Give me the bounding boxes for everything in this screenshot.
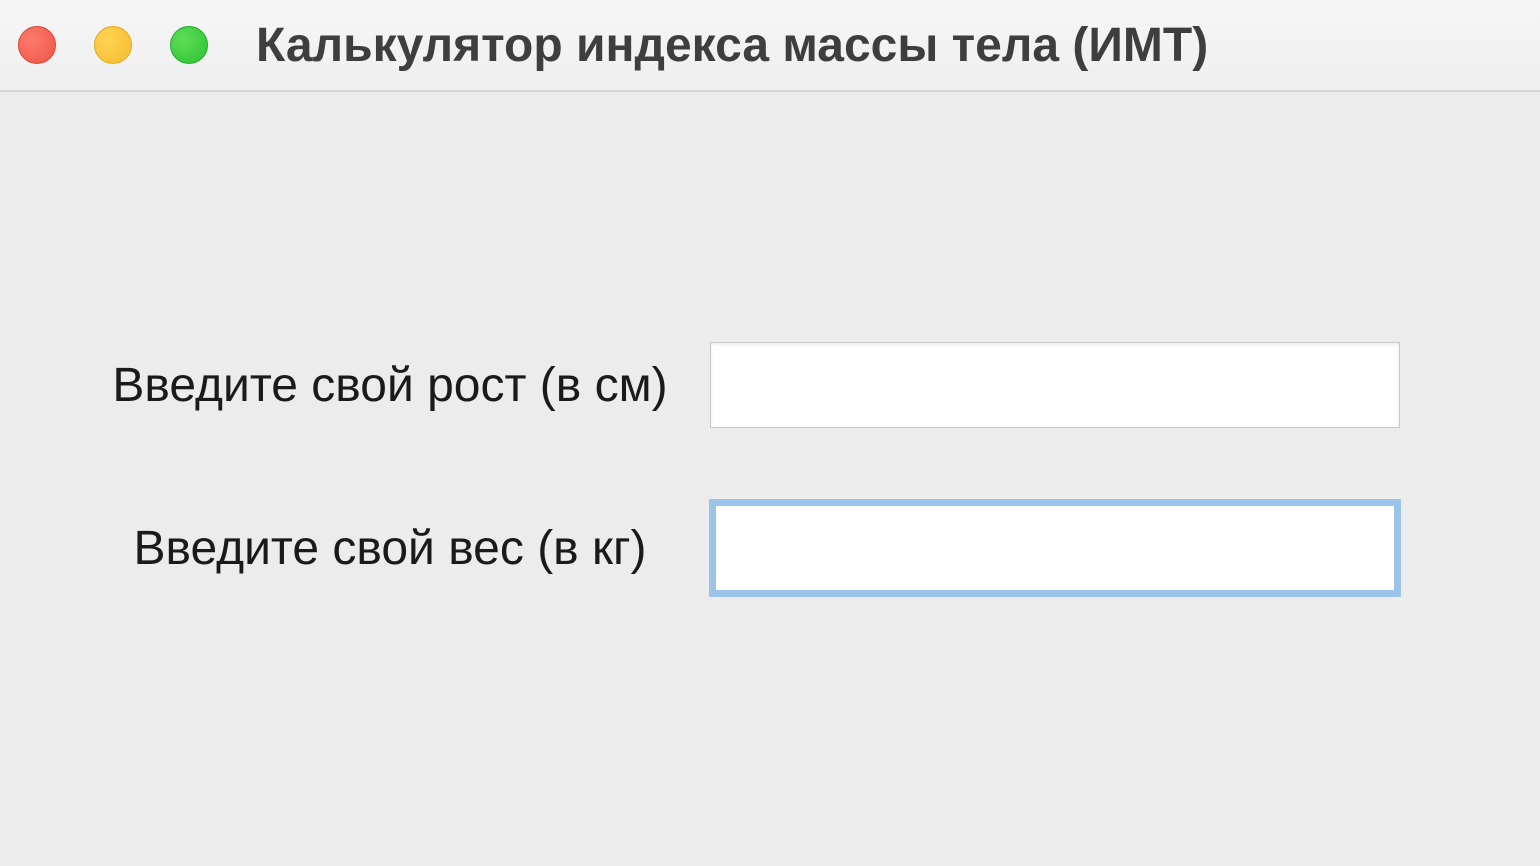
weight-row: Введите свой вес (в кг) [70,500,1470,596]
height-input[interactable] [710,342,1400,428]
traffic-lights [18,26,208,64]
content-area: Введите свой рост (в см) Введите свой ве… [0,92,1540,596]
minimize-icon[interactable] [94,26,132,64]
height-label: Введите свой рост (в см) [70,358,710,413]
weight-label: Введите свой вес (в кг) [70,521,710,576]
height-row: Введите свой рост (в см) [70,342,1470,428]
titlebar: Калькулятор индекса массы тела (ИМТ) [0,0,1540,92]
weight-input[interactable] [710,500,1400,596]
close-icon[interactable] [18,26,56,64]
maximize-icon[interactable] [170,26,208,64]
window-title: Калькулятор индекса массы тела (ИМТ) [256,18,1208,73]
